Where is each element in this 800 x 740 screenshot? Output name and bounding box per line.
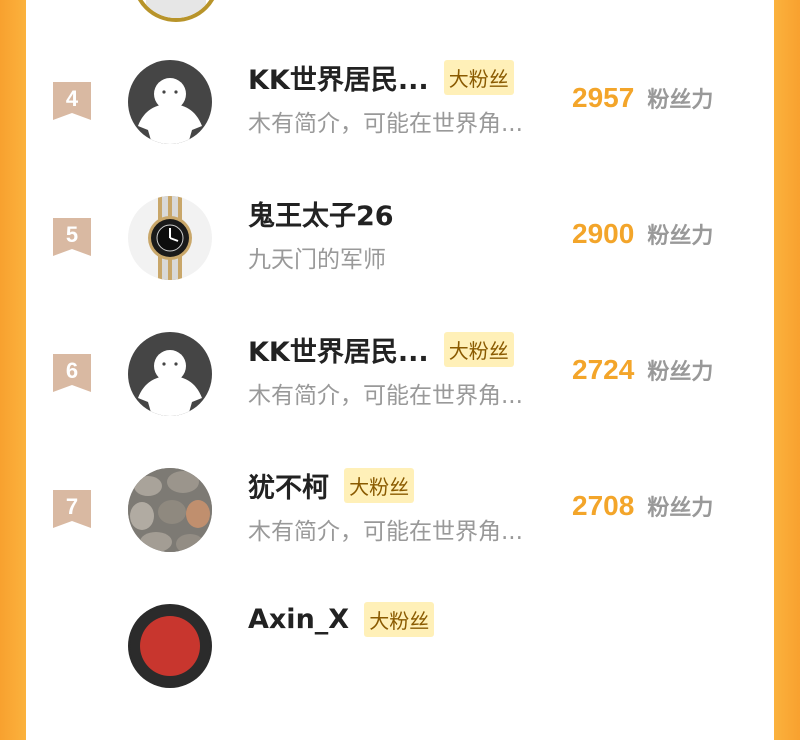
- default-avatar-icon: [138, 78, 202, 144]
- fan-ranking-list: 4 KK世界居民... 大粉丝 木有简介，可能在世界角... 2957 粉丝力 …: [26, 0, 774, 688]
- fan-score-value: 2708: [572, 490, 635, 521]
- fan-score: 2900 粉丝力: [572, 218, 713, 250]
- user-name[interactable]: Axin_X: [248, 604, 349, 635]
- fan-score-label: 粉丝力: [647, 496, 714, 521]
- default-avatar-icon: [138, 350, 202, 416]
- user-name[interactable]: 犹不柯: [248, 466, 329, 505]
- fan-score-value: 2900: [572, 218, 635, 249]
- ranking-row-partial[interactable]: Axin_X 大粉丝: [26, 602, 774, 740]
- stone-texture-icon: [128, 468, 212, 552]
- avatar[interactable]: [128, 468, 212, 552]
- fan-level-tag: 大粉丝: [344, 468, 415, 503]
- ranking-row[interactable]: 6 KK世界居民... 大粉丝 木有简介，可能在世界角... 2724 粉丝力: [26, 332, 774, 468]
- fan-level-tag: 大粉丝: [443, 332, 514, 367]
- avatar-partial-inner: [146, 0, 206, 18]
- rank-number: 7: [65, 494, 79, 519]
- fan-level-tag: 大粉丝: [364, 602, 435, 637]
- ranking-row[interactable]: 5 鬼王太子26 九天门的军师 2900 粉丝力: [26, 196, 774, 332]
- watch-icon: [148, 196, 192, 280]
- user-bio: 木有简介，可能在世界角...: [248, 111, 523, 137]
- fan-score-label: 粉丝力: [647, 88, 714, 113]
- user-bio: 木有简介，可能在世界角...: [248, 519, 523, 545]
- fan-score: 2708 粉丝力: [572, 490, 713, 522]
- user-bio: 九天门的军师: [248, 247, 386, 273]
- rank-badge: 7: [53, 490, 91, 528]
- avatar[interactable]: [128, 196, 212, 280]
- name-line: 鬼王太子26: [248, 194, 394, 234]
- fan-score-value: 2724: [572, 354, 635, 385]
- rank-number: 5: [65, 222, 79, 247]
- rank-badge: 4: [53, 82, 91, 120]
- avatar[interactable]: [128, 332, 212, 416]
- rank-number: 6: [65, 358, 79, 383]
- user-name[interactable]: KK世界居民...: [248, 58, 429, 97]
- avatar-partial[interactable]: [132, 0, 220, 22]
- avatar[interactable]: [128, 60, 212, 144]
- name-line: Axin_X 大粉丝: [248, 602, 435, 642]
- user-name[interactable]: 鬼王太子26: [248, 194, 394, 233]
- name-line: KK世界居民... 大粉丝: [248, 330, 514, 370]
- fan-level-tag: 大粉丝: [443, 60, 514, 95]
- user-name[interactable]: KK世界居民...: [248, 330, 429, 369]
- fan-score-label: 粉丝力: [647, 224, 714, 249]
- rank-badge: 6: [53, 354, 91, 392]
- avatar[interactable]: [128, 604, 212, 688]
- ranking-row[interactable]: 4 KK世界居民... 大粉丝 木有简介，可能在世界角... 2957 粉丝力: [26, 60, 774, 196]
- rank-number: 4: [65, 86, 79, 111]
- fan-score-label: 粉丝力: [647, 360, 714, 385]
- rank-badge: 5: [53, 218, 91, 256]
- ranking-row[interactable]: 7 犹不柯 大粉丝 木有简介，可能在世界角... 2708 粉丝力: [26, 468, 774, 604]
- red-record-icon: [130, 606, 210, 686]
- name-line: KK世界居民... 大粉丝: [248, 58, 514, 98]
- fan-score: 2957 粉丝力: [572, 82, 713, 114]
- fan-score-value: 2957: [572, 82, 635, 113]
- user-bio: 木有简介，可能在世界角...: [248, 383, 523, 409]
- name-line: 犹不柯 大粉丝: [248, 466, 415, 506]
- fan-score: 2724 粉丝力: [572, 354, 713, 386]
